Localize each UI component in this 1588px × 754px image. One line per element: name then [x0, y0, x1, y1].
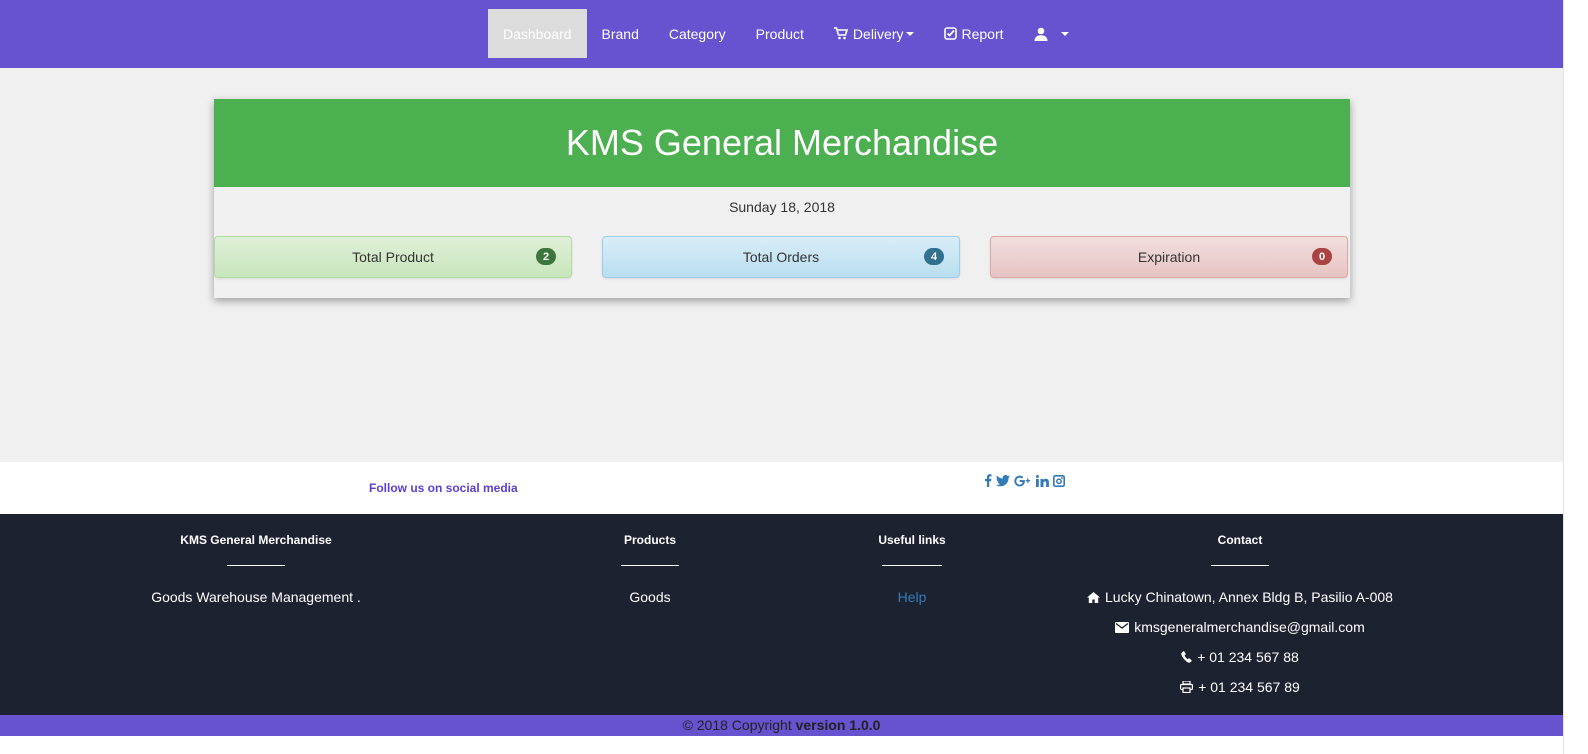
- nav-category-label: Category: [668, 25, 726, 42]
- expiration-label: Expiration: [1137, 249, 1201, 265]
- nav-dashboard[interactable]: Dashboard: [488, 9, 587, 58]
- footer-divider: [1211, 565, 1269, 566]
- user-icon: [1034, 27, 1048, 41]
- facebook-icon[interactable]: [984, 474, 992, 487]
- user-menu-dropdown[interactable]: [1019, 9, 1084, 58]
- social-icons: [984, 474, 1065, 487]
- version-label: version 1.0.0: [795, 717, 881, 733]
- phone-icon: [1181, 651, 1192, 663]
- footer-products-heading: Products: [623, 533, 676, 547]
- contact-fax: + 01 234 567 89: [1080, 679, 1400, 695]
- footer-products-goods: Goods: [629, 589, 671, 605]
- home-icon: [1087, 591, 1101, 603]
- linkedin-icon[interactable]: [1036, 474, 1049, 487]
- total-orders-badge: 4: [924, 248, 944, 265]
- expiration-card[interactable]: Expiration 0: [990, 236, 1348, 278]
- total-orders-label: Total Orders: [742, 249, 820, 265]
- contact-email: kmsgeneralmerchandise@gmail.com: [1080, 619, 1400, 635]
- nav-brand-label: Brand: [601, 25, 639, 42]
- panel-header: KMS General Merchandise: [214, 99, 1350, 187]
- contact-address-text: Lucky Chinatown, Annex Bldg B, Pasilio A…: [1105, 589, 1393, 605]
- help-link[interactable]: Help: [837, 589, 987, 605]
- page-title: KMS General Merchandise: [565, 122, 999, 163]
- nav-category[interactable]: Category: [654, 9, 741, 58]
- instagram-icon[interactable]: [1053, 474, 1065, 487]
- chevron-down-icon: [905, 31, 914, 36]
- contact-phone: + 01 234 567 88: [1080, 649, 1400, 665]
- footer-company-description: Goods Warehouse Management .: [151, 589, 361, 605]
- cart-icon: [833, 27, 848, 40]
- twitter-icon[interactable]: [996, 474, 1010, 487]
- footer-divider: [882, 565, 942, 566]
- expiration-badge: 0: [1312, 248, 1332, 265]
- footer-contact-heading: Contact: [1217, 533, 1263, 547]
- chevron-down-icon: [1060, 31, 1069, 36]
- footer-links-heading: Useful links: [878, 533, 946, 547]
- total-product-badge: 2: [536, 248, 556, 265]
- contact-phone-text: + 01 234 567 88: [1197, 649, 1299, 665]
- nav-brand[interactable]: Brand: [587, 9, 654, 58]
- total-product-label: Total Product: [352, 249, 434, 265]
- social-bar: Follow us on social media: [0, 462, 1563, 514]
- footer: KMS General Merchandise Goods Warehouse …: [0, 514, 1563, 715]
- follow-us-text: Follow us on social media: [369, 481, 518, 495]
- dashboard-panel: KMS General Merchandise Sunday 18, 2018 …: [214, 99, 1350, 298]
- nav-report-label: Report: [961, 25, 1004, 42]
- top-navbar: Dashboard Brand Category Product Deliver…: [0, 0, 1563, 68]
- footer-company-text: Goods Warehouse Management .: [106, 589, 406, 605]
- total-orders-card[interactable]: Total Orders 4: [602, 236, 960, 278]
- copyright-bar: © 2018 Copyright version 1.0.0: [0, 715, 1563, 736]
- copyright-text: © 2018 Copyright: [682, 717, 796, 733]
- nav-report[interactable]: Report: [929, 9, 1019, 58]
- contact-email-text: kmsgeneralmerchandise@gmail.com: [1134, 619, 1365, 635]
- current-date: Sunday 18, 2018: [729, 199, 835, 215]
- contact-address: Lucky Chinatown, Annex Bldg B, Pasilio A…: [1080, 589, 1400, 605]
- contact-fax-text: + 01 234 567 89: [1198, 679, 1300, 695]
- google-plus-icon[interactable]: [1014, 475, 1032, 487]
- nav-menu: Dashboard Brand Category Product Deliver…: [488, 9, 1084, 58]
- nav-product-label: Product: [755, 25, 804, 42]
- footer-company-heading: KMS General Merchandise: [180, 533, 332, 547]
- footer-products-item[interactable]: Goods: [575, 589, 725, 605]
- total-product-card[interactable]: Total Product 2: [214, 236, 572, 278]
- nav-delivery-label: Delivery: [852, 25, 904, 42]
- footer-divider: [227, 565, 285, 566]
- check-square-icon: [943, 27, 957, 40]
- nav-dashboard-label: Dashboard: [503, 25, 572, 42]
- print-icon: [1180, 681, 1194, 693]
- nav-product[interactable]: Product: [741, 9, 819, 58]
- scrollbar[interactable]: [1563, 0, 1588, 754]
- nav-delivery-dropdown[interactable]: Delivery: [819, 9, 929, 58]
- help-link-label: Help: [897, 589, 927, 605]
- footer-divider: [621, 565, 679, 566]
- envelope-icon: [1115, 621, 1130, 633]
